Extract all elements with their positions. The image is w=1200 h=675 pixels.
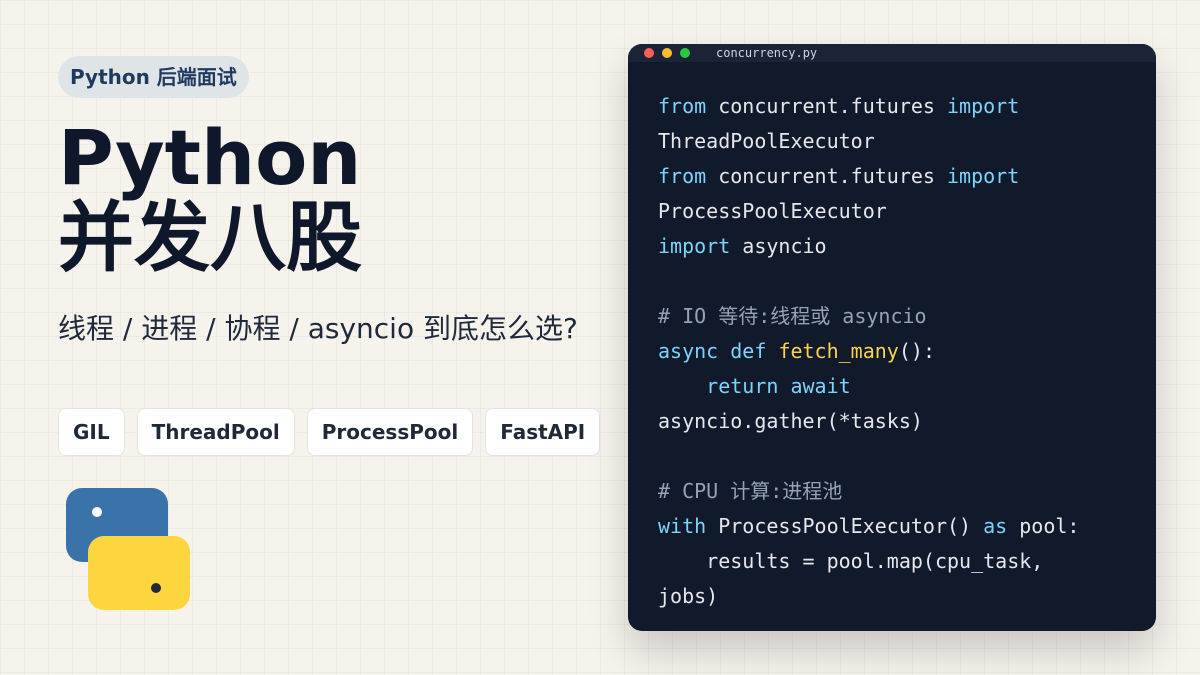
code-token: with <box>658 514 707 538</box>
code-token: (): <box>898 339 935 363</box>
code-token: concurrent.futures <box>706 164 947 188</box>
python-logo-icon <box>66 488 192 614</box>
code-token: concurrent.futures <box>706 94 947 118</box>
code-token: async <box>658 339 719 363</box>
tag-fastapi: FastAPI <box>485 408 601 456</box>
tag-processpool: ProcessPool <box>306 408 474 456</box>
code-token: import <box>658 234 731 258</box>
code-token: fetch_many <box>778 339 899 363</box>
code-token: ProcessPoolExecutor() <box>706 514 984 538</box>
title-line-2: 并发八股 <box>58 193 362 282</box>
code-token: jobs) <box>658 584 719 608</box>
close-window-icon <box>644 48 654 58</box>
maximize-window-icon <box>680 48 690 58</box>
code-editor-window: concurrency.py from concurrent.futures i… <box>628 44 1156 631</box>
code-line: return await <box>658 369 1126 404</box>
code-token: pool: <box>1007 514 1080 538</box>
tag-threadpool: ThreadPool <box>136 408 295 456</box>
tag-gil: GIL <box>58 408 125 456</box>
code-token: ProcessPoolExecutor <box>658 199 887 223</box>
code-token: asyncio <box>730 234 827 258</box>
code-token: from <box>658 164 707 188</box>
code-token: from <box>658 94 707 118</box>
title-line-1: Python <box>58 113 362 202</box>
page-title: Python 并发八股 <box>58 118 362 278</box>
editor-filename: concurrency.py <box>716 46 818 60</box>
code-line: ThreadPoolExecutor <box>658 124 1126 159</box>
code-line: import asyncio <box>658 229 1126 264</box>
code-token: ThreadPoolExecutor <box>658 129 875 153</box>
topic-badge: Python 后端面试 <box>58 56 249 98</box>
code-token: # IO 等待:线程或 asyncio <box>658 304 927 328</box>
code-line: asyncio.gather(*tasks) <box>658 404 1126 439</box>
code-line: with ProcessPoolExecutor() as pool: <box>658 509 1126 544</box>
code-line: from concurrent.futures import <box>658 89 1126 124</box>
code-token: # CPU 计算:进程池 <box>658 479 843 503</box>
code-block: from concurrent.futures import ThreadPool… <box>628 62 1156 614</box>
code-line: from concurrent.futures import <box>658 159 1126 194</box>
code-line: async def fetch_many(): <box>658 334 1126 369</box>
code-line: ProcessPoolExecutor <box>658 194 1126 229</box>
code-line: # IO 等待:线程或 asyncio <box>658 299 1126 334</box>
editor-titlebar: concurrency.py <box>628 44 1156 62</box>
code-token: def <box>730 339 767 363</box>
subtitle: 线程 / 进程 / 协程 / asyncio 到底怎么选? <box>58 312 578 345</box>
code-token: return <box>706 374 779 398</box>
tag-list: GIL ThreadPool ProcessPool FastAPI <box>58 408 601 456</box>
python-logo-eye-light <box>92 507 102 517</box>
python-logo-yellow-block <box>88 536 190 610</box>
code-line: # CPU 计算:进程池 <box>658 474 1126 509</box>
code-line: jobs) <box>658 579 1126 614</box>
code-token: asyncio.gather(*tasks) <box>658 409 923 433</box>
python-logo-eye-dark <box>151 583 161 593</box>
code-line: results = pool.map(cpu_task, <box>658 544 1126 579</box>
minimize-window-icon <box>662 48 672 58</box>
code-token: as <box>983 514 1008 538</box>
code-token: results = pool.map(cpu_task, <box>658 549 1044 573</box>
code-token: import <box>947 164 1020 188</box>
code-token: await <box>790 374 851 398</box>
code-token: import <box>947 94 1020 118</box>
